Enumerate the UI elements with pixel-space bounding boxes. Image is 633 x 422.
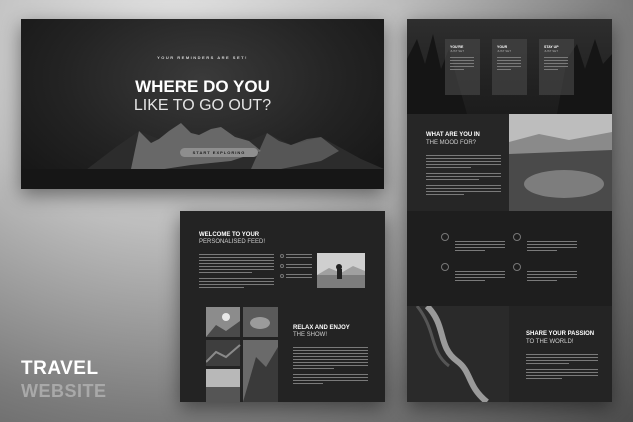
- bullet-icon: [280, 264, 284, 268]
- photo-collage: [206, 307, 278, 402]
- relax-heading-line1: RELAX AND ENJOY: [293, 325, 350, 331]
- card-subtitle: JUST SET: [450, 49, 465, 53]
- feed-paragraph: [199, 254, 274, 290]
- feature-text: [527, 271, 577, 283]
- info-card: YOUR JUST SET: [492, 39, 527, 95]
- hero-title-line1: WHERE DO YOU: [135, 77, 270, 96]
- relax-paragraph: [293, 347, 368, 386]
- share-heading-line2: TO THE WORLD!: [526, 339, 574, 345]
- hero-mockup: YOUR REMINDERS ARE SET! WHERE DO YOU LIK…: [21, 19, 384, 189]
- bullet-icon: [280, 274, 284, 278]
- mood-heading-line1: WHAT ARE YOU IN: [426, 132, 480, 138]
- compass-icon: [441, 233, 449, 241]
- share-paragraph: [526, 354, 598, 381]
- feature-text: [455, 241, 505, 253]
- hero-eyebrow: YOUR REMINDERS ARE SET!: [157, 55, 248, 60]
- heart-icon: [513, 263, 521, 271]
- feed-list: [280, 254, 312, 280]
- card-subtitle: JUST SET: [497, 49, 512, 53]
- aerial-photo: [407, 306, 509, 402]
- map-pin-icon: [513, 233, 521, 241]
- camera-icon: [441, 263, 449, 271]
- features-section: [407, 211, 612, 306]
- info-card: STAY UP JUST SET: [539, 39, 574, 95]
- relax-heading-line2: THE SHOW!: [293, 332, 327, 338]
- caption-website: WEBSITE: [21, 381, 107, 401]
- valley-photo: [509, 114, 612, 211]
- share-heading-line1: SHARE YOUR PASSION: [526, 331, 595, 337]
- explore-mockup: YOU'RE JUST SET YOUR JUST SET STAY UP JU…: [407, 19, 612, 402]
- card-subtitle: JUST SET: [544, 49, 559, 53]
- mood-heading-line2: THE MOOD FOR?: [426, 140, 477, 146]
- start-exploring-button[interactable]: START EXPLORING: [180, 148, 258, 157]
- feature-text: [455, 271, 505, 283]
- hero-title-line2: LIKE TO GO OUT?: [133, 97, 272, 114]
- caption-travel: TRAVEL: [21, 358, 99, 379]
- feed-photo: [317, 253, 365, 288]
- bullet-icon: [280, 254, 284, 258]
- info-card: YOU'RE JUST SET: [445, 39, 480, 95]
- feature-text: [527, 241, 577, 253]
- feed-heading-line1: WELCOME TO YOUR: [199, 232, 260, 238]
- feed-mockup: WELCOME TO YOUR PERSONALISED FEED! RELAX…: [180, 211, 385, 402]
- mood-paragraph: [426, 155, 501, 197]
- feed-heading-line2: PERSONALISED FEED!: [199, 239, 266, 245]
